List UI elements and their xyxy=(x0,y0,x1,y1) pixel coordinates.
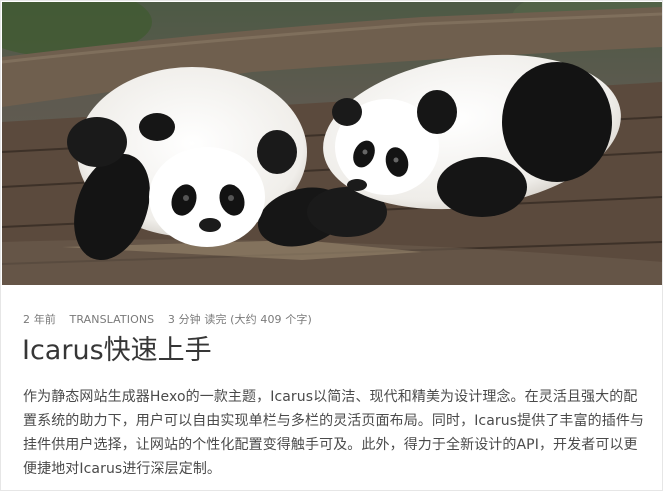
post-category-link[interactable]: TRANSLATIONS xyxy=(70,313,155,326)
post-card: 2 年前 TRANSLATIONS 3 分钟 读完 (大约 409 个字) Ic… xyxy=(0,0,663,491)
post-cover-image[interactable] xyxy=(2,2,662,285)
post-title[interactable]: Icarus快速上手 xyxy=(22,331,212,371)
panda-photo-illustration xyxy=(2,2,662,285)
post-meta: 2 年前 TRANSLATIONS 3 分钟 读完 (大约 409 个字) xyxy=(23,311,322,327)
post-excerpt: 作为静态网站生成器Hexo的一款主题，Icarus以简洁、现代和精美为设计理念。… xyxy=(23,389,645,477)
post-read-time: 3 分钟 读完 (大约 409 个字) xyxy=(167,313,312,326)
post-date: 2 年前 xyxy=(23,313,56,326)
